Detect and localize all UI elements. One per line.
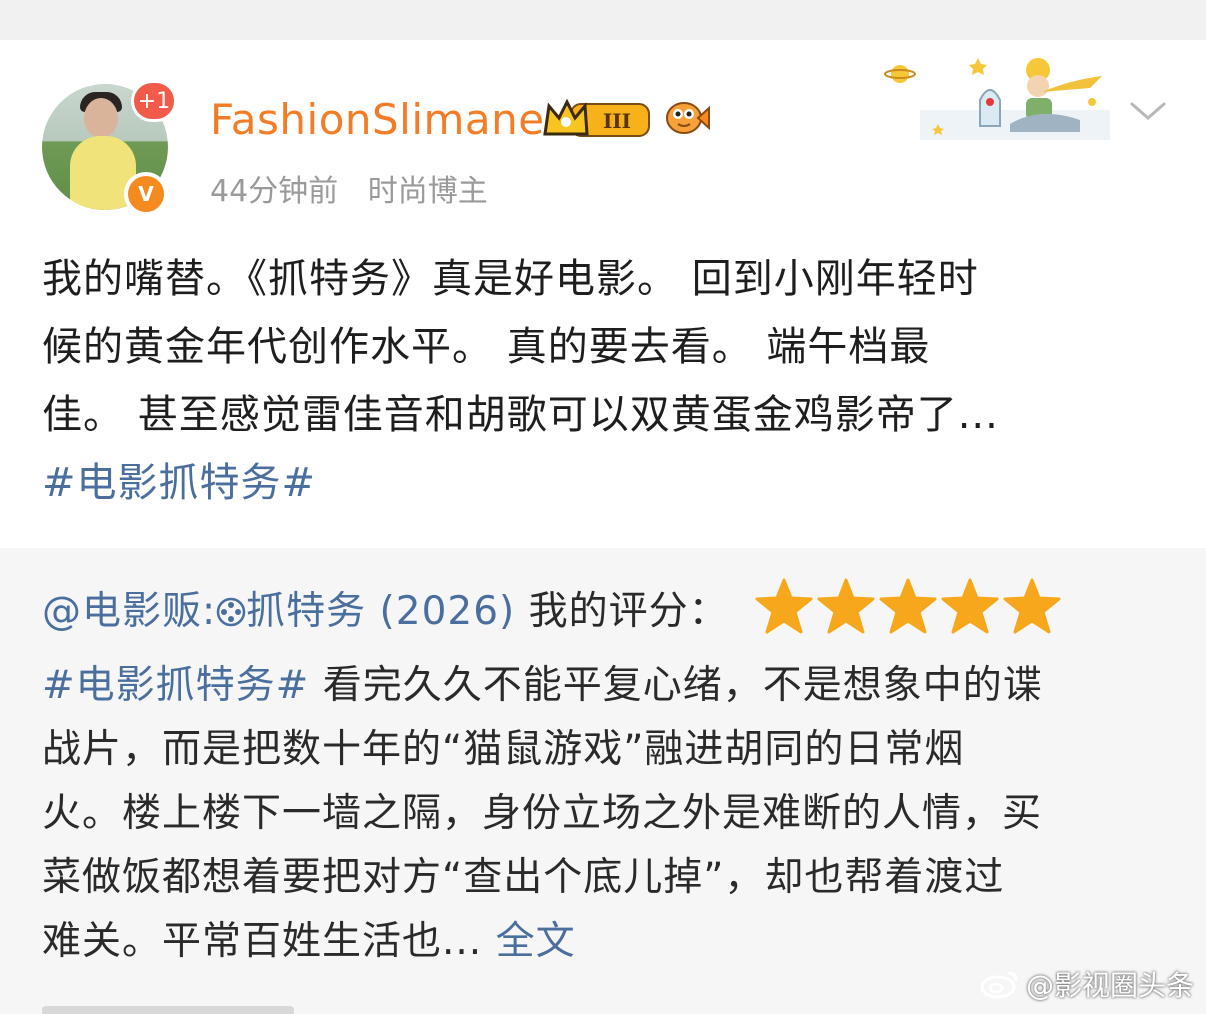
post-line: 候的黄金年代创作水平。 真的要去看。 端午档最: [42, 324, 931, 370]
rating-label: 我的评分：: [515, 589, 729, 634]
verified-badge-icon: V: [124, 172, 168, 216]
fish-badge-icon[interactable]: [664, 96, 710, 138]
movie-link[interactable]: 抓特务 (2026): [246, 589, 515, 634]
post-line: 我的嘴替。《抓特务》真是好电影。 回到小刚年轻时: [42, 256, 979, 302]
repost-content: @电影贩: 抓特务 (2026) 我的评分： #电影抓特务# 看完久久不能平复心…: [42, 578, 1167, 974]
top-separator: [0, 0, 1206, 40]
full-text-link[interactable]: 全文: [496, 919, 576, 964]
bottom-tab-indicator: [42, 1006, 294, 1014]
weibo-logo-icon: [980, 971, 1018, 999]
little-prince-decoration-icon: [884, 58, 1110, 140]
post-line: 佳。 甚至感觉雷佳音和胡歌可以双黄蛋金鸡影帝了...: [42, 392, 999, 438]
star-icon: [755, 578, 813, 634]
watermark-text: @影视圈头条: [1025, 969, 1194, 1002]
repost-line: 战片，而是把数十年的“猫鼠游戏”融进胡同的日常烟: [42, 727, 965, 772]
repost-line: 菜做饭都想着要把对方“查出个底儿掉”，却也帮着渡过: [42, 855, 1005, 900]
user-tag: 时尚博主: [367, 174, 488, 209]
star-icon: [941, 578, 999, 634]
member-crown-icon[interactable]: III: [541, 98, 653, 140]
post-content: 我的嘴替。《抓特务》真是好电影。 回到小刚年轻时 候的黄金年代创作水平。 真的要…: [42, 245, 1162, 517]
post-meta: 44分钟前 时尚博主: [210, 166, 508, 210]
star-icon: [1003, 578, 1061, 634]
star-icon: [817, 578, 875, 634]
source-user-link[interactable]: @电影贩:: [42, 589, 216, 634]
rating-stars: [755, 578, 1065, 654]
notification-badge: +1: [131, 80, 177, 122]
username[interactable]: FashionSlimane: [210, 95, 545, 144]
post-hashtag-link[interactable]: #电影抓特务#: [42, 449, 1162, 517]
repost-hashtag-link[interactable]: #电影抓特务#: [42, 663, 309, 708]
chevron-down-icon[interactable]: [1128, 96, 1168, 126]
repost-line: 看完久久不能平复心绪，不是想象中的谍: [309, 663, 1043, 708]
watermark: @影视圈头条: [980, 964, 1194, 1004]
level-label: III: [603, 109, 631, 133]
repost-line: 难关。平常百姓生活也...: [42, 919, 496, 964]
post-time: 44分钟前: [210, 174, 339, 209]
star-icon: [879, 578, 937, 634]
repost-line: 火。楼上楼下一墙之隔，身份立场之外是难断的人情，买: [42, 791, 1043, 836]
film-reel-icon: [216, 597, 246, 627]
